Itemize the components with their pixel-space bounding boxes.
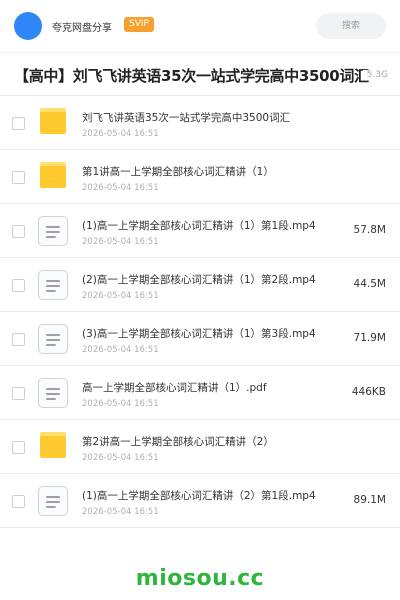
file-date: 2026-05-04 16:51 <box>82 399 159 409</box>
row-checkbox[interactable] <box>12 333 25 346</box>
document-icon <box>38 270 68 300</box>
brand-label: 夸克网盘分享 <box>52 23 112 34</box>
row-checkbox[interactable] <box>12 171 25 184</box>
file-list: 刘飞飞讲英语35次一站式学完高中3500词汇 2026-05-04 16:51 … <box>0 96 400 528</box>
file-name: (2)高一上学期全部核心词汇精讲（1）第2段.mp4 <box>82 274 316 286</box>
file-size: 71.9M <box>353 332 386 344</box>
page-title: 【高中】刘飞飞讲英语35次一站式学完高中3500词汇 <box>14 67 369 85</box>
watermark: miosou.cc <box>135 566 265 591</box>
document-icon <box>38 216 68 246</box>
row-checkbox[interactable] <box>12 441 25 454</box>
folder-icon <box>38 432 68 462</box>
file-name: 刘飞飞讲英语35次一站式学完高中3500词汇 <box>82 112 291 124</box>
file-date: 2026-05-04 16:51 <box>82 291 159 301</box>
file-name: (1)高一上学期全部核心词汇精讲（2）第1段.mp4 <box>82 490 316 502</box>
search-input[interactable]: 搜索 <box>316 13 386 39</box>
file-name: 第2讲高一上学期全部核心词汇精讲（2） <box>82 436 274 448</box>
row-checkbox[interactable] <box>12 279 25 292</box>
list-item[interactable]: (3)高一上学期全部核心词汇精讲（1）第3段.mp4 2026-05-04 16… <box>0 312 400 366</box>
file-name: 第1讲高一上学期全部核心词汇精讲（1） <box>82 166 274 178</box>
list-item[interactable]: (1)高一上学期全部核心词汇精讲（2）第1段.mp4 2026-05-04 16… <box>0 474 400 528</box>
file-size: 89.1M <box>353 494 386 506</box>
list-item[interactable]: 第2讲高一上学期全部核心词汇精讲（2） 2026-05-04 16:51 <box>0 420 400 474</box>
list-item[interactable]: 刘飞飞讲英语35次一站式学完高中3500词汇 2026-05-04 16:51 <box>0 96 400 150</box>
folder-title-bar: 【高中】刘飞飞讲英语35次一站式学完高中3500词汇 5.3G <box>0 52 400 96</box>
list-item[interactable]: 高一上学期全部核心词汇精讲（1）.pdf 2026-05-04 16:51 44… <box>0 366 400 420</box>
file-date: 2026-05-04 16:51 <box>82 129 159 139</box>
file-size: 57.8M <box>353 224 386 236</box>
row-checkbox[interactable] <box>12 495 25 508</box>
row-checkbox[interactable] <box>12 387 25 400</box>
file-date: 2026-05-04 16:51 <box>82 507 159 517</box>
document-icon <box>38 486 68 516</box>
file-name: (1)高一上学期全部核心词汇精讲（1）第1段.mp4 <box>82 220 316 232</box>
total-size: 5.3G <box>362 70 388 80</box>
document-icon <box>38 324 68 354</box>
file-date: 2026-05-04 16:51 <box>82 345 159 355</box>
file-date: 2026-05-04 16:51 <box>82 237 159 247</box>
file-name: 高一上学期全部核心词汇精讲（1）.pdf <box>82 382 267 394</box>
file-size: 44.5M <box>353 278 386 290</box>
svip-badge: SVIP <box>124 17 154 32</box>
folder-icon <box>38 108 68 138</box>
row-checkbox[interactable] <box>12 225 25 238</box>
document-icon <box>38 378 68 408</box>
file-date: 2026-05-04 16:51 <box>82 453 159 463</box>
folder-icon <box>38 162 68 192</box>
avatar[interactable] <box>14 12 42 40</box>
file-size: 446KB <box>351 386 386 398</box>
list-item[interactable]: (1)高一上学期全部核心词汇精讲（1）第1段.mp4 2026-05-04 16… <box>0 204 400 258</box>
file-name: (3)高一上学期全部核心词汇精讲（1）第3段.mp4 <box>82 328 316 340</box>
row-checkbox[interactable] <box>12 117 25 130</box>
file-date: 2026-05-04 16:51 <box>82 183 159 193</box>
list-item[interactable]: (2)高一上学期全部核心词汇精讲（1）第2段.mp4 2026-05-04 16… <box>0 258 400 312</box>
list-item[interactable]: 第1讲高一上学期全部核心词汇精讲（1） 2026-05-04 16:51 <box>0 150 400 204</box>
app-header: 夸克网盘分享 SVIP 搜索 <box>0 0 400 52</box>
